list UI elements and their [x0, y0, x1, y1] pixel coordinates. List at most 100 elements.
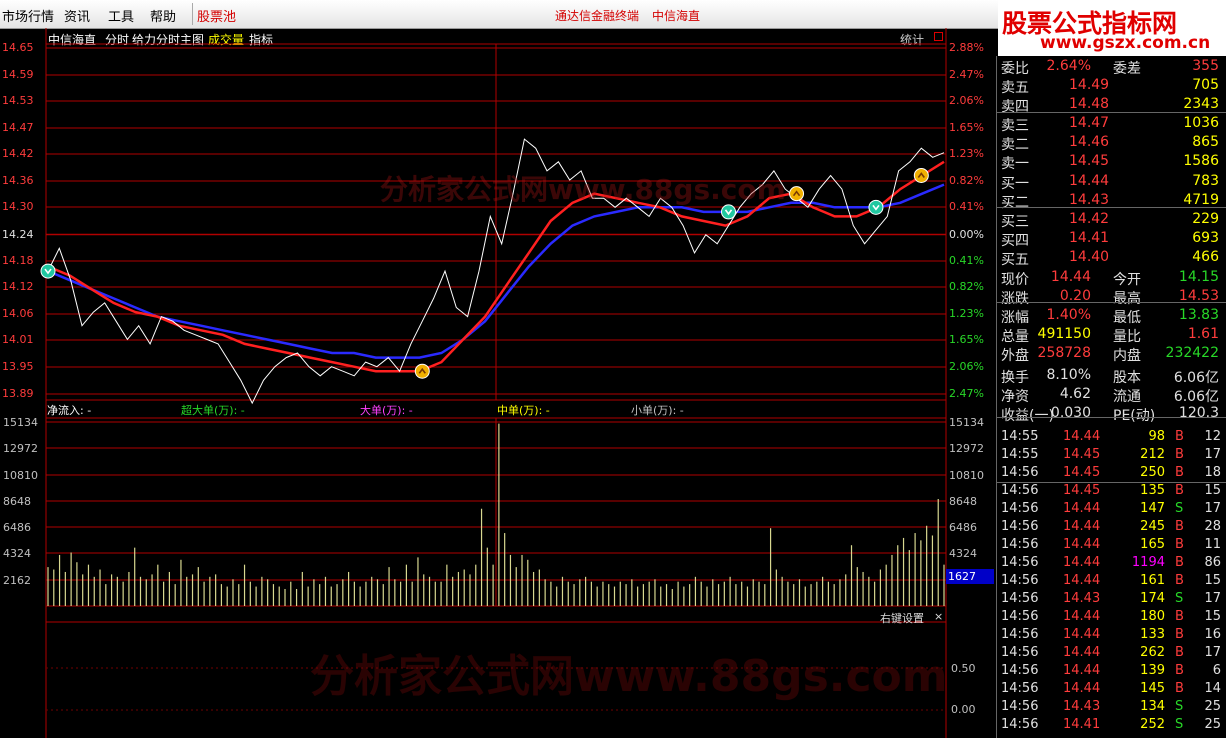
- tick-count: 28: [1204, 519, 1221, 534]
- tick-row: 14:56 14.44 145 B 14: [997, 681, 1225, 699]
- tick-volume: 174: [1140, 591, 1165, 606]
- volume-axis-label: 8648: [3, 495, 31, 508]
- tick-time: 14:56: [1001, 573, 1039, 588]
- tick-side: S: [1175, 501, 1184, 516]
- tick-side: B: [1175, 663, 1184, 678]
- tick-volume: 250: [1140, 465, 1165, 480]
- tick-price: 14.44: [1063, 573, 1101, 588]
- pct-axis-label: 2.88%: [949, 41, 984, 54]
- tick-side: B: [1175, 465, 1184, 480]
- quote-label-2: 最高: [1113, 291, 1141, 307]
- panel-divider: [997, 417, 1226, 418]
- medium-order: 中单(万): -: [497, 404, 550, 417]
- tick-time: 14:56: [1001, 627, 1039, 642]
- quote-value: 4.62: [1059, 386, 1091, 402]
- quote-row: 涨跌 0.20 最高 14.53: [997, 288, 1225, 307]
- quote-value-2: 6.06亿: [1173, 389, 1219, 405]
- tick-row: 14:56 14.44 165 B 11: [997, 537, 1225, 555]
- quote-row: 总量 491150 量比 1.61: [997, 326, 1225, 345]
- tick-row: 14:56 14.45 250 B 18: [997, 465, 1225, 483]
- tick-count: 17: [1204, 447, 1221, 462]
- quote-value-2: 14.15: [1178, 269, 1219, 285]
- quote-row: 净资 4.62 流通 6.06亿: [997, 386, 1225, 405]
- level-price: 14.45: [1069, 153, 1110, 169]
- panel-divider: [997, 482, 1226, 483]
- tick-volume: 145: [1140, 681, 1165, 696]
- quote-value: 258728: [1037, 345, 1091, 361]
- tick-price: 14.44: [1063, 663, 1101, 678]
- quote-label-2: 流通: [1113, 389, 1141, 405]
- quote-row: 涨幅 1.40% 最低 13.83: [997, 307, 1225, 326]
- tick-volume: 98: [1148, 429, 1165, 444]
- order-book-row: 卖一 14.45 1586: [997, 153, 1225, 172]
- tick-count: 14: [1204, 681, 1221, 696]
- volume-axis-label: 10810: [3, 469, 38, 482]
- level-volume: 466: [1192, 249, 1219, 265]
- volume-axis-label: 8648: [949, 495, 977, 508]
- tick-time: 14:55: [1001, 447, 1039, 462]
- level-volume: 705: [1192, 77, 1219, 93]
- pct-axis-label: 0.41%: [949, 254, 984, 267]
- level-price: 14.41: [1069, 230, 1110, 246]
- quote-value: 491150: [1037, 326, 1091, 342]
- tick-count: 17: [1204, 501, 1221, 516]
- tick-price: 14.43: [1063, 699, 1101, 714]
- tick-side: B: [1175, 681, 1184, 696]
- tick-count: 11: [1204, 537, 1221, 552]
- buy-signal-icon: [789, 186, 805, 202]
- tick-time: 14:56: [1001, 609, 1039, 624]
- tick-price: 14.44: [1063, 537, 1101, 552]
- tick-time: 14:56: [1001, 645, 1039, 660]
- tick-side: B: [1175, 519, 1184, 534]
- tick-count: 17: [1204, 591, 1221, 606]
- quote-label: 净资: [1001, 389, 1029, 405]
- tick-side: B: [1175, 555, 1184, 570]
- buy-signal-icon: [913, 167, 929, 183]
- level-price: 14.49: [1069, 77, 1110, 93]
- pct-axis-label: 0.00%: [949, 227, 984, 241]
- level-volume: 1586: [1183, 153, 1219, 169]
- price-axis-label: 13.95: [2, 360, 34, 373]
- tick-time: 14:56: [1001, 465, 1039, 480]
- level-volume: 4719: [1183, 192, 1219, 208]
- quote-label: 现价: [1001, 272, 1029, 288]
- tick-count: 12: [1204, 429, 1221, 444]
- quote-label-2: 今开: [1113, 272, 1141, 288]
- tick-volume: 139: [1140, 663, 1165, 678]
- tick-volume: 147: [1140, 501, 1165, 516]
- pct-axis-label: 2.06%: [949, 360, 984, 373]
- tick-time: 14:56: [1001, 717, 1039, 732]
- price-axis-label: 14.24: [2, 227, 34, 241]
- tick-row: 14:56 14.45 135 B 15: [997, 483, 1225, 501]
- tick-row: 14:56 14.44 245 B 28: [997, 519, 1225, 537]
- level-price: 14.47: [1069, 115, 1110, 131]
- volume-axis-label: 6486: [949, 521, 977, 534]
- right-click-setting[interactable]: 右键设置: [880, 610, 924, 626]
- quote-panel: 委比 2.64% 委差 355 卖五 14.49 705 卖四 14.48 234…: [996, 56, 1226, 738]
- level-label: 卖五: [1001, 80, 1029, 96]
- quote-label: 涨跌: [1001, 291, 1029, 307]
- chart-grid: [45, 28, 947, 738]
- pct-axis-label: 2.47%: [949, 68, 984, 81]
- level-label: 买五: [1001, 252, 1029, 268]
- tick-time: 14:56: [1001, 699, 1039, 714]
- quote-row: 现价 14.44 今开 14.15: [997, 269, 1225, 288]
- quote-label: 外盘: [1001, 348, 1029, 364]
- tick-side: B: [1175, 447, 1184, 462]
- quote-value: 14.44: [1050, 269, 1091, 285]
- panel-divider: [997, 112, 1226, 113]
- level-label: 卖四: [1001, 99, 1029, 115]
- price-axis-label: 14.47: [2, 121, 34, 134]
- tick-side: B: [1175, 645, 1184, 660]
- pct-axis-label: 1.23%: [949, 147, 984, 160]
- level-label: 买一: [1001, 176, 1029, 192]
- quote-value-2: 232422: [1165, 345, 1219, 361]
- tick-row: 14:56 14.44 262 B 17: [997, 645, 1225, 663]
- tick-side: S: [1175, 717, 1184, 732]
- tick-row: 14:56 14.44 1194 B 86: [997, 555, 1225, 573]
- tick-time: 14:56: [1001, 537, 1039, 552]
- pct-axis-label: 1.65%: [949, 121, 984, 134]
- tick-count: 16: [1204, 627, 1221, 642]
- level-label: 卖二: [1001, 137, 1029, 153]
- close-icon[interactable]: ×: [934, 610, 943, 623]
